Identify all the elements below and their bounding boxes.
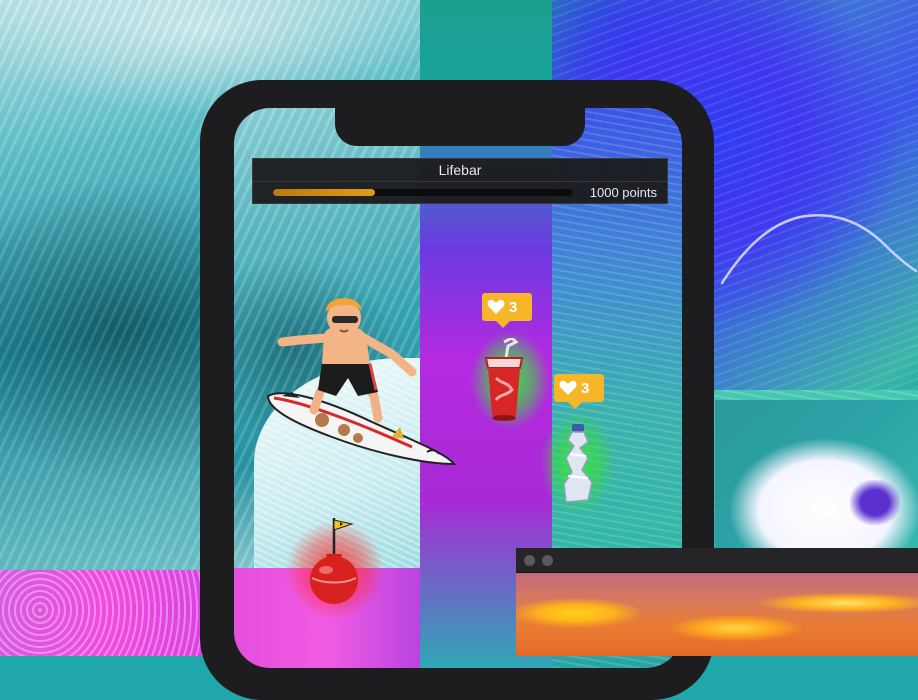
buoy-icon[interactable]: [304, 514, 364, 606]
background-squiggle-line-right: [720, 213, 918, 285]
phone-notch: [335, 108, 585, 146]
like-badge-cup: 3: [482, 293, 532, 328]
lifebar-fill: [273, 189, 375, 196]
minimize-dot-icon[interactable]: [542, 555, 553, 566]
close-dot-icon[interactable]: [524, 555, 535, 566]
lifebar-panel: Lifebar 1000 points: [252, 158, 668, 204]
lifebar-title: Lifebar: [253, 159, 667, 182]
like-count: 3: [509, 298, 518, 316]
surfboard-icon: [266, 392, 456, 466]
heart-icon: [487, 299, 505, 314]
surfer-player[interactable]: [262, 292, 458, 468]
window-titlebar: [516, 548, 918, 573]
background-purple-spot: [850, 480, 900, 525]
lifebar-track: [273, 189, 573, 196]
like-badge-bottle: 3: [554, 374, 604, 409]
soda-cup-icon[interactable]: [482, 338, 526, 422]
points-counter: 1000 points: [589, 185, 657, 200]
like-count: 3: [581, 379, 590, 397]
plastic-bottle-icon[interactable]: [558, 424, 600, 504]
heart-icon: [559, 380, 577, 395]
preview-window: [516, 548, 918, 656]
sunset-preview-image: [516, 573, 918, 656]
